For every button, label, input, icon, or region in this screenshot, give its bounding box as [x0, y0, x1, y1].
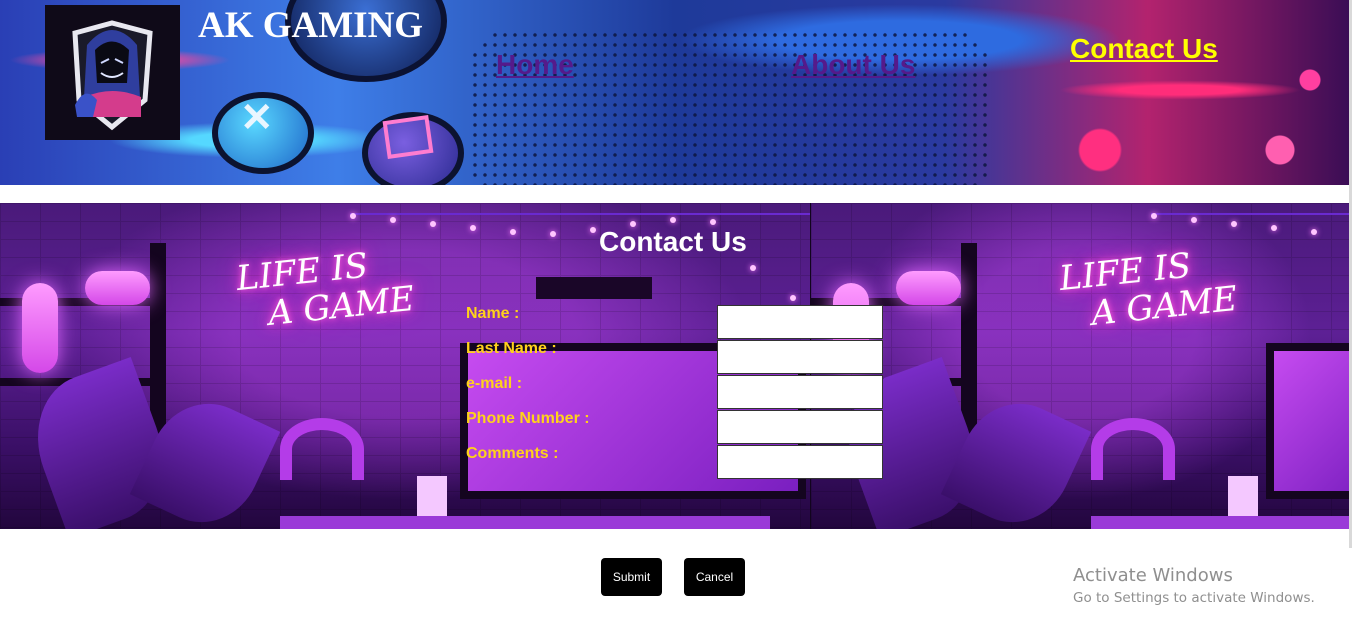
comments-label: Comments :	[466, 445, 559, 462]
square-glyph-icon	[382, 114, 434, 160]
phone-number-label: Phone Number :	[466, 410, 590, 427]
email-input[interactable]	[717, 375, 883, 409]
name-label: Name :	[466, 305, 520, 322]
room-panel-right: LIFE IS A GAME	[810, 203, 1350, 529]
activate-windows-watermark-title: Activate Windows	[1073, 565, 1233, 586]
x-glyph-icon: ✕	[240, 96, 274, 140]
last-name-label: Last Name :	[466, 340, 557, 357]
hooded-gamer-logo-icon	[72, 20, 153, 131]
headset-icon	[280, 418, 364, 480]
site-title: AK GAMING	[198, 5, 424, 46]
string-lights	[350, 213, 810, 301]
nav-link-contact-us[interactable]: Contact Us	[1070, 33, 1218, 65]
nav-link-home[interactable]: Home	[496, 49, 574, 81]
last-name-input[interactable]	[717, 340, 883, 374]
header-banner: ✕ AK GAMING Home About Us Contact Us	[0, 0, 1350, 185]
activate-windows-watermark-subtitle: Go to Settings to activate Windows.	[1073, 590, 1315, 606]
contact-form-title: Contact Us	[599, 226, 747, 257]
cancel-button[interactable]: Cancel	[684, 558, 745, 596]
nav-link-about-us[interactable]: About Us	[791, 49, 915, 81]
lava-lamp	[22, 283, 58, 373]
email-label: e-mail :	[466, 375, 523, 392]
name-input[interactable]	[717, 305, 883, 339]
site-logo[interactable]	[45, 5, 180, 140]
comments-input[interactable]	[717, 445, 883, 479]
phone-number-input[interactable]	[717, 410, 883, 444]
submit-button[interactable]: Submit	[601, 558, 662, 596]
